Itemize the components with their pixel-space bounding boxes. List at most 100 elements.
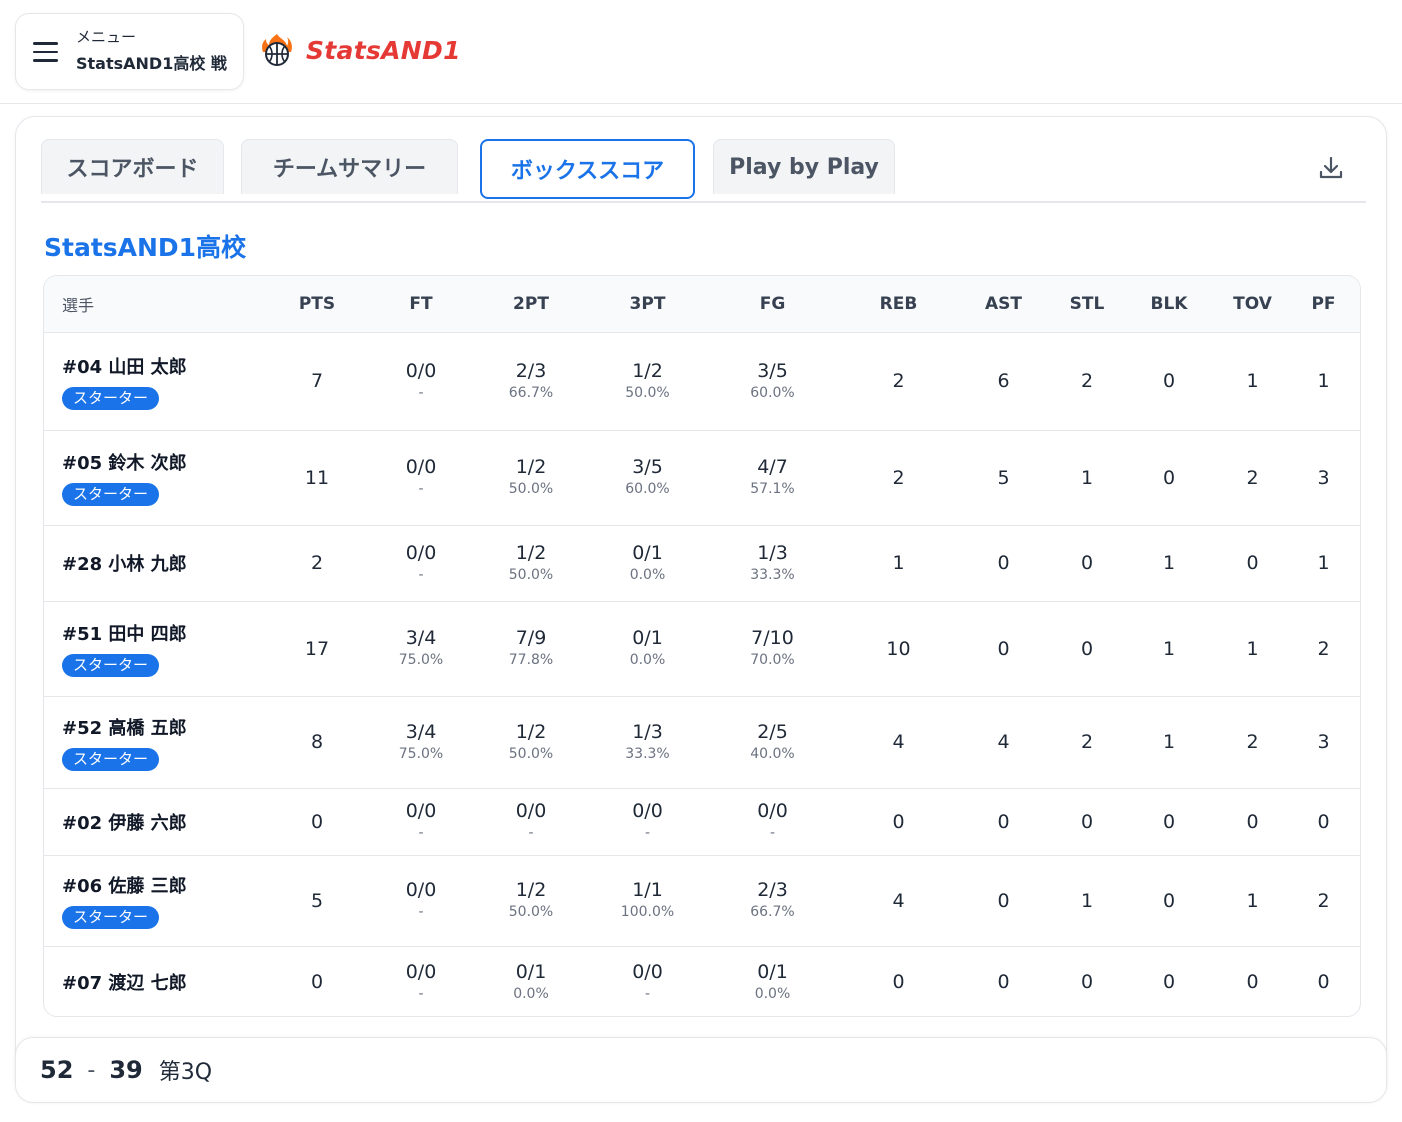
p3-percentage: - (644, 825, 651, 841)
p2-percentage: - (528, 825, 534, 841)
fg-cell: 3/5 60.0% (699, 332, 846, 431)
fg-cell: 0/0 - (699, 788, 846, 856)
column-header[interactable]: REB (846, 276, 951, 333)
column-header[interactable]: 2PT (466, 276, 596, 333)
ast-cell: 6 (951, 332, 1056, 431)
table-row[interactable]: #07 渡辺 七郎 0 0/0 - 0/1 0.0% 0/0 - 0/1 0.0% 0 0 0 0 0 0 (44, 946, 1360, 1016)
reb-cell: 4 (846, 855, 951, 947)
stl-cell: 1 (1056, 430, 1118, 526)
p3-made-attempted: 0/0 (632, 800, 663, 822)
player-name[interactable]: #02 伊藤 六郎 (62, 809, 258, 835)
fg-percentage: 66.7% (750, 904, 795, 920)
p3-made-attempted: 0/1 (632, 541, 663, 564)
pts-cell: 0 (258, 946, 376, 1016)
fg-percentage: 60.0% (750, 384, 795, 401)
pts-value: 17 (304, 637, 330, 660)
fg-percentage: 0.0% (754, 985, 791, 1002)
pf-cell: 2 (1285, 855, 1360, 947)
p2-percentage: 50.0% (508, 566, 554, 583)
game-period: 第3Q (158, 1060, 213, 1085)
stl-cell: 0 (1056, 946, 1118, 1016)
menu-button[interactable]: メニュー StatsAND1高校 戦 (15, 13, 244, 90)
p2-cell: 1/2 50.0% (466, 855, 596, 947)
table-header-row: 選手 PTS FT 2PT 3PT FG REB AST STL BLK TOV… (44, 276, 1360, 333)
player-name[interactable]: #05 鈴木 次郎 (62, 449, 258, 475)
fg-cell: 2/5 40.0% (699, 696, 846, 789)
stl-value: 0 (1080, 637, 1094, 660)
reb-cell: 0 (846, 946, 951, 1016)
pf-value: 0 (1317, 810, 1330, 833)
ft-made-attempted: 0/0 (405, 960, 437, 983)
column-header[interactable]: STL (1056, 276, 1118, 333)
ft-percentage: - (418, 904, 424, 920)
pf-cell: 0 (1285, 946, 1360, 1016)
table-row[interactable]: #51 田中 四郎 スターター 17 3/4 75.0% 7/9 77.8% 0/1 0.0% 7… (44, 601, 1360, 697)
player-name[interactable]: #28 小林 九郎 (62, 550, 258, 576)
tov-cell: 2 (1220, 430, 1285, 526)
score-separator: - (87, 1057, 96, 1083)
column-header[interactable]: PTS (258, 276, 376, 333)
reb-cell: 0 (846, 788, 951, 856)
p3-cell: 1/2 50.0% (596, 332, 699, 431)
tab-play-by-play[interactable]: Play by Play (713, 139, 895, 194)
column-header[interactable]: FG (699, 276, 846, 333)
pf-cell: 1 (1285, 525, 1360, 602)
blk-value: 1 (1162, 637, 1176, 660)
fg-percentage: 40.0% (750, 745, 795, 762)
player-name[interactable]: #07 渡辺 七郎 (62, 969, 258, 995)
column-header[interactable]: TOV (1220, 276, 1285, 333)
ft-made-attempted: 0/0 (405, 541, 437, 564)
table-row[interactable]: #52 高橋 五郎 スターター 8 3/4 75.0% 1/2 50.0% 1/3 33.3% 2… (44, 696, 1360, 789)
brand-logo[interactable]: StatsAND1 (260, 33, 461, 67)
tab-scoreboard[interactable]: スコアボード (41, 139, 224, 194)
player-name[interactable]: #04 山田 太郎 (62, 353, 258, 379)
p3-percentage: 0.0% (629, 566, 666, 583)
player-name[interactable]: #06 佐藤 三郎 (62, 872, 258, 898)
pts-value: 0 (310, 810, 324, 833)
p2-made-attempted: 0/1 (515, 960, 547, 983)
stl-cell: 0 (1056, 525, 1118, 602)
p3-cell: 0/1 0.0% (596, 601, 699, 697)
column-header[interactable]: FT (376, 276, 466, 333)
table-row[interactable]: #02 伊藤 六郎 0 0/0 - 0/0 - 0/0 - 0/0 - 0 0 0 0 0 0 (44, 788, 1360, 856)
blk-value: 0 (1162, 370, 1176, 392)
starter-badge: スターター (62, 906, 160, 929)
pts-cell: 2 (258, 525, 376, 602)
p2-cell: 7/9 77.8% (466, 601, 596, 697)
tab-team-summary[interactable]: チームサマリー (241, 139, 458, 194)
table-row[interactable]: #05 鈴木 次郎 スターター 11 0/0 - 1/2 50.0% 3/5 60.0% 4/7 5… (44, 430, 1360, 526)
column-header[interactable]: 3PT (596, 276, 699, 333)
p2-cell: 1/2 50.0% (466, 430, 596, 526)
column-header[interactable]: 選手 (44, 276, 258, 333)
table-row[interactable]: #28 小林 九郎 2 0/0 - 1/2 50.0% 0/1 0.0% 1/3 33.3% 1 0 0… (44, 525, 1360, 602)
p3-percentage: 100.0% (620, 904, 675, 920)
pf-value: 1 (1317, 552, 1330, 574)
column-header[interactable]: PF (1285, 276, 1360, 333)
player-name[interactable]: #52 高橋 五郎 (62, 714, 258, 740)
blk-cell: 0 (1118, 946, 1220, 1016)
stl-value: 0 (1080, 552, 1094, 574)
ft-cell: 3/4 75.0% (376, 696, 466, 789)
fg-cell: 7/10 70.0% (699, 601, 846, 697)
player-name[interactable]: #51 田中 四郎 (62, 620, 258, 646)
table-row[interactable]: #04 山田 太郎 スターター 7 0/0-2/3 66.7% 1/2 50.0% 3/5 60… (44, 332, 1360, 431)
column-header[interactable]: BLK (1118, 276, 1220, 333)
pts-value: 5 (310, 889, 324, 912)
fg-cell: 2/3 66.7% (699, 855, 846, 947)
tab-box-score[interactable]: ボックススコア (480, 139, 695, 199)
stl-value: 1 (1080, 466, 1094, 489)
ast-value: 0 (997, 810, 1010, 833)
fg-made-attempted: 7/10 (751, 627, 794, 649)
column-header[interactable]: AST (951, 276, 1056, 333)
p2-percentage: 0.0% (513, 985, 549, 1002)
blk-value: 0 (1162, 466, 1176, 489)
p2-cell: 1/2 50.0% (466, 525, 596, 602)
stl-cell: 2 (1056, 696, 1118, 789)
ast-cell: 0 (951, 855, 1056, 947)
player-cell: #52 高橋 五郎 スターター (44, 696, 258, 789)
download-icon[interactable] (1318, 155, 1344, 181)
pts-cell: 11 (258, 430, 376, 526)
table-row[interactable]: #06 佐藤 三郎 スターター 5 0/0 - 1/2 50.0% 1/1 100.0% 2/3 6… (44, 855, 1360, 947)
blk-cell: 0 (1118, 332, 1220, 431)
pf-value: 3 (1317, 466, 1330, 489)
